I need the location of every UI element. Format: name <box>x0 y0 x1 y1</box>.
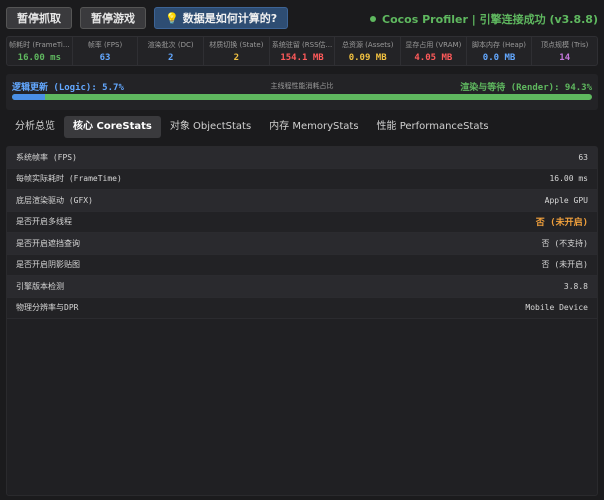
render-ratio-label: 渲染与等待 (Render): 94.3% <box>460 83 592 93</box>
stat-value: 2 <box>233 53 240 63</box>
row-value: 否 (未开启) <box>535 218 588 229</box>
tab-item[interactable]: 核心 CoreStats <box>64 116 161 138</box>
stat-value: 16.00 ms <box>17 53 62 63</box>
stat-value: 2 <box>167 53 174 63</box>
stat-cell: 帧率 (FPS) 63 <box>73 37 139 65</box>
logic-ratio-fill <box>12 94 46 100</box>
stats-strip: 帧耗时 (FrameTi... 16.00 ms 帧率 (FPS) 63 渲染批次 (D… <box>6 36 598 66</box>
stat-label: 材质切换 (State) <box>209 41 264 49</box>
row-value: Mobile Device <box>525 303 588 313</box>
stat-value: 0.0 MB <box>482 53 516 63</box>
stat-label: 显存占用 (VRAM) <box>405 41 462 49</box>
table-row: 底层渲染驱动 (GFX) Apple GPU <box>7 190 597 212</box>
row-value: 16.00 ms <box>549 174 588 184</box>
stat-cell: 系统驻留 (RSS估... 154.1 MB <box>270 37 336 65</box>
row-value: 63 <box>578 152 588 162</box>
stat-cell: 材质切换 (State) 2 <box>204 37 270 65</box>
stat-value: 154.1 MB <box>280 53 324 63</box>
connection-status: Cocos Profiler | 引擎连接成功 (v3.8.8) <box>370 11 598 27</box>
stat-label: 总资源 (Assets) <box>341 41 394 49</box>
stat-label: 顶点规模 (Tris) <box>541 41 589 49</box>
stat-value: 14 <box>559 53 571 63</box>
stat-label: 系统驻留 (RSS估... <box>271 41 333 49</box>
stat-cell: 总资源 (Assets) 0.09 MB <box>335 37 402 65</box>
connection-status-text: Cocos Profiler | 引擎连接成功 (v3.8.8) <box>382 13 598 26</box>
table-row: 是否开启阴影贴图 否 (未开启) <box>7 254 597 276</box>
table-row: 每帧实际耗时 (FrameTime) 16.00 ms <box>7 168 597 190</box>
row-key: 引擎版本检测 <box>16 281 64 291</box>
toolbar: 暂停抓取 暂停游戏 💡 数据是如何计算的? Cocos Profiler | 引… <box>6 6 598 30</box>
row-key: 是否开启多线程 <box>16 217 72 227</box>
tab-item[interactable]: 内存 MemoryStats <box>260 116 367 138</box>
table-row: 引擎版本检测 3.8.8 <box>7 276 597 298</box>
thread-ratio-panel: 逻辑更新 (Logic): 5.7% 主线程性能消耗占比 渲染与等待 (Rend… <box>6 74 598 110</box>
stat-cell: 渲染批次 (DC) 2 <box>138 37 205 65</box>
stat-value: 0.09 MB <box>348 53 387 63</box>
tab-bar: 分析总览 核心 CoreStats 对象 ObjectStats 内存 MemoryS… <box>6 116 498 138</box>
help-calculation-label: 数据是如何计算的? <box>182 12 278 25</box>
row-key: 是否开启遮挡查询 <box>16 238 80 248</box>
row-value: 否 (不支持) <box>541 238 588 248</box>
pause-capture-button[interactable]: 暂停抓取 <box>6 7 72 29</box>
stat-label: 脚本内存 (Heap) <box>472 41 527 49</box>
row-value: 3.8.8 <box>563 281 588 291</box>
table-row: 是否开启遮挡查询 否 (不支持) <box>7 233 597 255</box>
row-key: 物理分辨率与DPR <box>16 303 79 313</box>
table-row: 是否开启多线程 否 (未开启) <box>7 211 597 233</box>
row-key: 每帧实际耗时 (FrameTime) <box>16 174 122 184</box>
table-row: 系统帧率 (FPS) 63 <box>7 147 597 169</box>
stat-value: 4.05 MB <box>414 53 453 63</box>
core-stats-table: 系统帧率 (FPS) 63 每帧实际耗时 (FrameTime) 16.00 ms 底层… <box>6 146 598 496</box>
row-value: Apple GPU <box>544 195 588 205</box>
thread-ratio-bar <box>12 94 592 100</box>
row-key: 底层渲染驱动 (GFX) <box>16 195 93 205</box>
lightbulb-icon: 💡 <box>165 11 179 25</box>
stat-label: 帧耗时 (FrameTi... <box>9 41 70 49</box>
row-value: 否 (未开启) <box>541 260 588 270</box>
row-key: 系统帧率 (FPS) <box>16 152 77 162</box>
table-row: 物理分辨率与DPR Mobile Device <box>7 297 597 319</box>
stat-label: 渲染批次 (DC) <box>147 41 194 49</box>
stat-cell: 脚本内存 (Heap) 0.0 MB <box>467 37 533 65</box>
status-dot-icon <box>370 16 376 22</box>
tab-item[interactable]: 分析总览 <box>6 116 64 138</box>
pause-game-button[interactable]: 暂停游戏 <box>80 7 146 29</box>
stat-cell: 显存占用 (VRAM) 4.05 MB <box>401 37 467 65</box>
stat-cell: 帧耗时 (FrameTi... 16.00 ms <box>7 37 73 65</box>
stat-label: 帧率 (FPS) <box>87 41 123 49</box>
tab-item[interactable]: 对象 ObjectStats <box>161 116 260 138</box>
row-key: 是否开启阴影贴图 <box>16 260 80 270</box>
stat-cell: 顶点规模 (Tris) 14 <box>532 37 597 65</box>
help-calculation-button[interactable]: 💡 数据是如何计算的? <box>154 7 289 29</box>
tab-item[interactable]: 性能 PerformanceStats <box>368 116 498 138</box>
stat-value: 63 <box>99 53 111 63</box>
